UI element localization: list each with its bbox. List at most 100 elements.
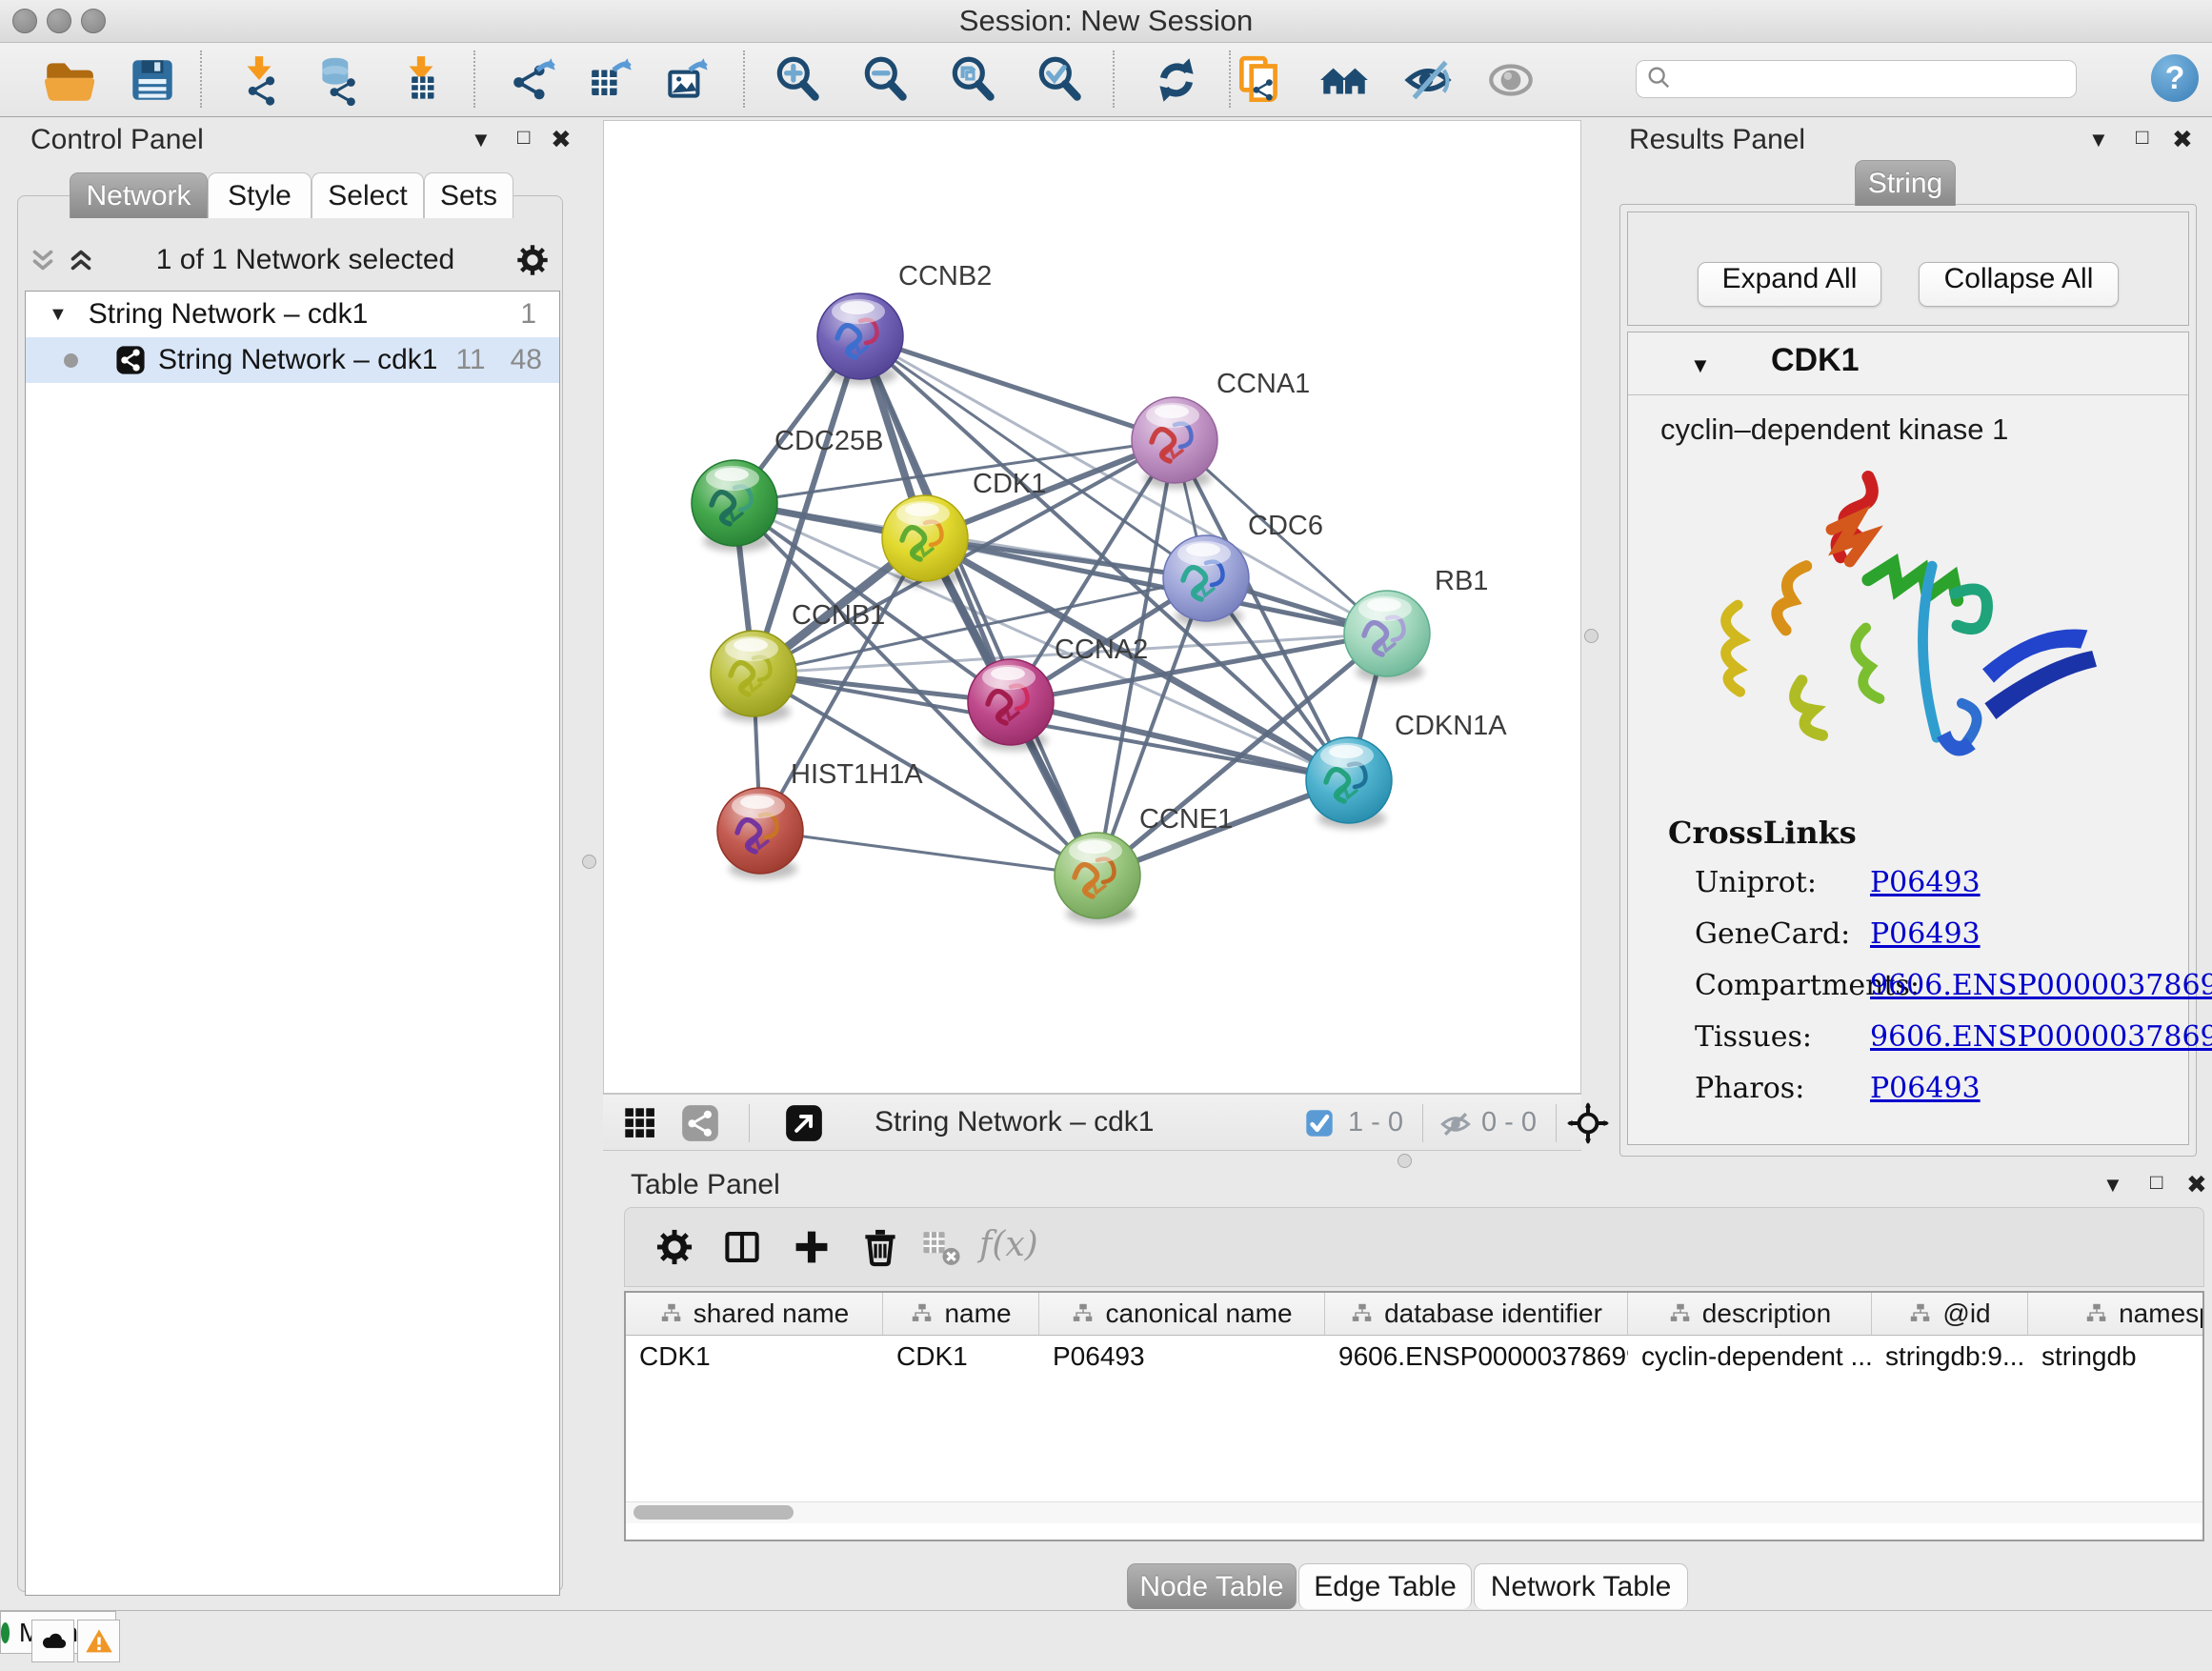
tab-select[interactable]: Select: [312, 172, 424, 218]
column-header-shared-name[interactable]: shared name: [626, 1293, 883, 1335]
search-input[interactable]: [1679, 63, 2076, 95]
tab-edge-table[interactable]: Edge Table: [1298, 1563, 1472, 1609]
entry-header[interactable]: ▼ CDK1: [1628, 332, 2188, 395]
column-header-description[interactable]: description: [1628, 1293, 1872, 1335]
tab-network[interactable]: Network: [70, 172, 208, 218]
panel-float-icon[interactable]: □: [2150, 1170, 2162, 1195]
table-row[interactable]: CDK1CDK1P064939606.ENSP00000378699cyclin…: [626, 1336, 2202, 1378]
scrollbar-thumb[interactable]: [633, 1505, 794, 1520]
cloud-button[interactable]: [31, 1620, 74, 1662]
selected-checkbox-icon[interactable]: [1304, 1108, 1335, 1138]
expand-all-icon[interactable]: [65, 244, 97, 276]
panel-float-icon[interactable]: □: [2136, 125, 2148, 150]
network-row-selected[interactable]: String Network – cdk1 11 48: [26, 337, 559, 383]
crosslink-link[interactable]: P06493: [1870, 1072, 1981, 1105]
tab-node-table[interactable]: Node Table: [1127, 1563, 1297, 1609]
first-neighbors-button-icon[interactable]: [1317, 52, 1372, 108]
table-cell[interactable]: stringdb: [2028, 1336, 2204, 1378]
table-cell[interactable]: 9606.ENSP00000378699: [1325, 1336, 1628, 1378]
svg-text:CCNA1: CCNA1: [1217, 369, 1310, 399]
export-image-button-icon[interactable]: [660, 52, 715, 108]
panel-menu-icon[interactable]: ▼: [2102, 1173, 2123, 1198]
panel-close-icon[interactable]: ✖: [2186, 1170, 2207, 1199]
collection-count: 1: [520, 298, 536, 331]
fit-selection-crosshair-icon[interactable]: [1567, 1102, 1609, 1144]
panel-float-icon[interactable]: □: [517, 125, 530, 150]
panel-close-icon[interactable]: ✖: [551, 125, 572, 154]
network-tree: ▼ String Network – cdk1 1 String Network…: [25, 291, 560, 1596]
import-table-button-icon[interactable]: [393, 52, 449, 108]
tab-string[interactable]: String: [1855, 160, 1956, 206]
column-header-id[interactable]: @id: [1872, 1293, 2028, 1335]
hide-selected-button-icon[interactable]: [1400, 52, 1456, 108]
tab-style[interactable]: Style: [208, 172, 312, 218]
export-table-button-icon[interactable]: [584, 52, 639, 108]
svg-text:CCNB2: CCNB2: [898, 261, 992, 292]
control-panel-title: Control Panel: [30, 124, 204, 156]
toolbar-separator: [743, 50, 745, 108]
network-canvas[interactable]: CCNB2CCNA1CDC25BCDK1CDC6RB1CCNB1CCNA2CDK…: [603, 120, 1581, 1094]
panel-menu-icon[interactable]: ▼: [471, 128, 492, 152]
grid-view-button-icon[interactable]: [619, 1102, 661, 1144]
network-collection-row[interactable]: ▼ String Network – cdk1 1: [26, 292, 559, 337]
entry-expander-icon[interactable]: ▼: [1690, 353, 1711, 378]
crosslink-link[interactable]: P06493: [1870, 917, 1981, 951]
warnings-button[interactable]: [77, 1620, 120, 1662]
horizontal-splitter-handle[interactable]: [1398, 1154, 1412, 1168]
column-header-name[interactable]: name: [883, 1293, 1039, 1335]
entry-gene-name: CDK1: [1771, 342, 1860, 379]
network-list-toolbar: 1 of 1 Network selected: [27, 236, 552, 284]
tab-sets[interactable]: Sets: [424, 172, 513, 218]
table-cell[interactable]: CDK1: [626, 1336, 883, 1378]
crosslink-link[interactable]: 9606.ENSP00000378699: [1870, 1020, 2212, 1054]
zoom-in-button-icon[interactable]: [771, 52, 826, 108]
node-count: 11: [455, 344, 485, 376]
add-column-button-icon[interactable]: [790, 1225, 834, 1269]
import-network-from-file-button-icon[interactable]: [231, 52, 287, 108]
table-settings-button-icon[interactable]: [653, 1225, 696, 1269]
table-cell[interactable]: P06493: [1039, 1336, 1325, 1378]
panel-close-icon[interactable]: ✖: [2172, 125, 2193, 154]
title-bar: Session: New Session: [0, 0, 2212, 43]
toolbar-separator: [1113, 50, 1115, 108]
save-session-button-icon[interactable]: [125, 52, 180, 108]
crosslink-link[interactable]: P06493: [1870, 866, 1981, 899]
show-all-button-icon[interactable]: [1483, 52, 1538, 108]
import-network-from-database-button-icon[interactable]: [312, 52, 367, 108]
column-header-canonical-name[interactable]: canonical name: [1039, 1293, 1325, 1335]
table-cell[interactable]: stringdb:9...: [1872, 1336, 2028, 1378]
gear-icon[interactable]: [513, 241, 552, 279]
export-network-button-icon[interactable]: [508, 52, 563, 108]
hidden-eye-slash-icon[interactable]: [1438, 1106, 1474, 1142]
tree-expander-icon[interactable]: ▼: [49, 304, 68, 326]
network-view-toolbar: String Network – cdk1 1 - 0 0 - 0: [603, 1094, 1581, 1151]
horizontal-scrollbar[interactable]: [626, 1501, 2202, 1523]
current-network-dot: [64, 353, 78, 368]
right-splitter-handle[interactable]: [1584, 629, 1599, 643]
results-panel-title: Results Panel: [1629, 124, 1805, 156]
panel-menu-icon[interactable]: ▼: [2088, 128, 2109, 152]
zoom-out-button-icon[interactable]: [858, 52, 914, 108]
delete-column-button-icon[interactable]: [858, 1225, 902, 1269]
copy-network-style-button-icon[interactable]: [1232, 52, 1287, 108]
help-button[interactable]: ?: [2151, 54, 2199, 102]
open-session-button-icon[interactable]: [41, 52, 96, 108]
apply-layout-button-icon[interactable]: [1149, 52, 1204, 108]
delete-table-button-icon: [918, 1225, 962, 1269]
network-overview-button-icon[interactable]: [679, 1102, 721, 1144]
detach-view-button-icon[interactable]: [783, 1102, 825, 1144]
column-header-database-identifier[interactable]: database identifier: [1325, 1293, 1628, 1335]
zoom-fit-button-icon[interactable]: [946, 52, 1001, 108]
collapse-all-icon[interactable]: [27, 244, 59, 276]
crosslink-link[interactable]: 9606.ENSP00000378699: [1870, 969, 2212, 1002]
table-cell[interactable]: cyclin-dependent ...: [1628, 1336, 1872, 1378]
collapse-all-button[interactable]: Collapse All: [1919, 262, 2119, 307]
left-splitter-handle[interactable]: [582, 855, 596, 869]
column-header-namespace[interactable]: namespace: [2028, 1293, 2204, 1335]
table-cell[interactable]: CDK1: [883, 1336, 1039, 1378]
expand-all-button[interactable]: Expand All: [1698, 262, 1881, 307]
toolbar-separator: [200, 50, 202, 108]
zoom-selected-button-icon[interactable]: [1033, 52, 1088, 108]
tab-network-table[interactable]: Network Table: [1474, 1563, 1688, 1609]
show-columns-button-icon[interactable]: [720, 1225, 764, 1269]
